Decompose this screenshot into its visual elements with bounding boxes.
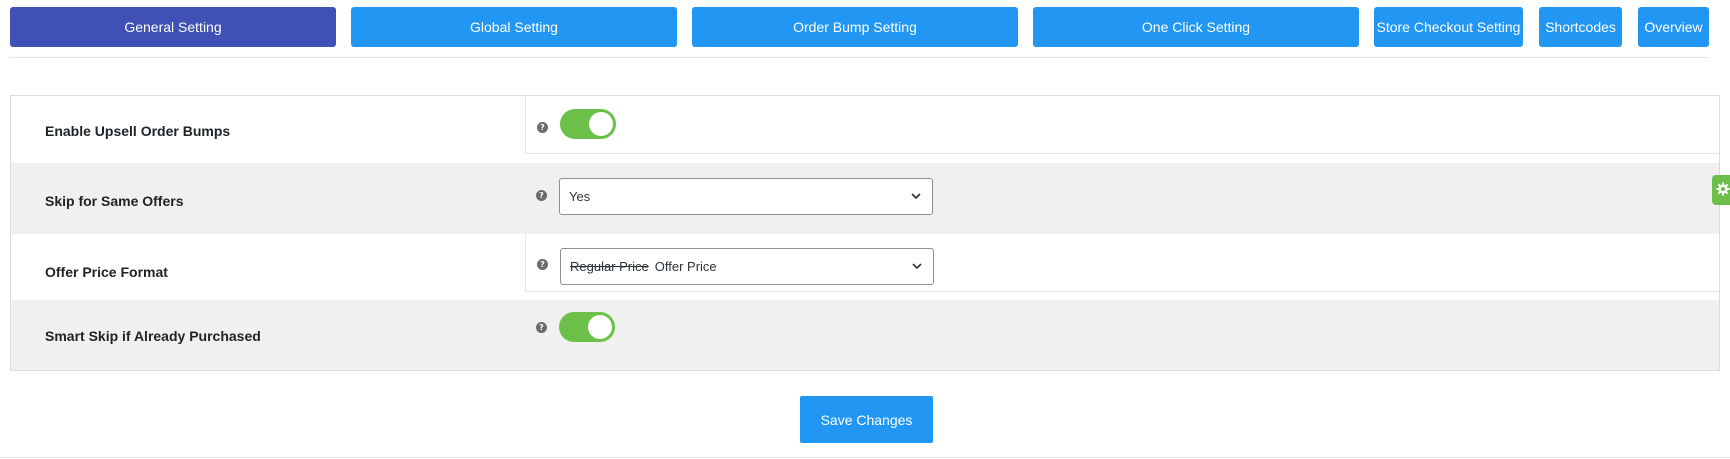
tab-global-setting[interactable]: Global Setting <box>351 7 677 47</box>
save-changes-button[interactable]: Save Changes <box>800 396 933 443</box>
tab-overview[interactable]: Overview <box>1638 7 1709 47</box>
smart-skip-toggle[interactable] <box>559 312 615 342</box>
help-icon[interactable]: ? <box>537 122 548 133</box>
gear-icon <box>1716 182 1730 196</box>
help-icon[interactable]: ? <box>537 259 548 270</box>
setting-row-enable-upsell: Enable Upsell Order Bumps ? <box>11 96 1719 163</box>
tab-order-bump-setting[interactable]: Order Bump Setting <box>692 7 1018 47</box>
settings-table: Enable Upsell Order Bumps ? Skip for Sam… <box>10 95 1720 371</box>
help-icon[interactable]: ? <box>536 322 547 333</box>
toggle-knob <box>588 315 612 339</box>
setting-label: Offer Price Format <box>45 264 168 280</box>
setting-row-offer-price-format: Offer Price Format ? Regular Price Offer… <box>11 234 1719 300</box>
offer-price-text: Offer Price <box>654 259 717 274</box>
setting-row-skip-same-offers: Skip for Same Offers ? Yes <box>11 163 1719 234</box>
setting-value-cell: ? Regular Price Offer Price <box>525 234 1719 292</box>
tab-store-checkout-setting[interactable]: Store Checkout Setting <box>1374 7 1523 47</box>
tab-one-click-setting[interactable]: One Click Setting <box>1033 7 1359 47</box>
offer-price-format-select[interactable]: Regular Price Offer Price <box>560 248 934 285</box>
setting-row-smart-skip: Smart Skip if Already Purchased ? <box>11 300 1719 370</box>
regular-price-text: Regular Price <box>570 259 649 274</box>
help-icon[interactable]: ? <box>536 190 547 201</box>
setting-label: Skip for Same Offers <box>45 193 184 209</box>
chevron-down-icon <box>912 263 922 270</box>
settings-side-tab[interactable] <box>1712 175 1730 205</box>
setting-label: Smart Skip if Already Purchased <box>45 328 261 344</box>
tab-general-setting[interactable]: General Setting <box>10 7 336 47</box>
toggle-knob <box>589 112 613 136</box>
setting-value-cell: ? <box>525 96 1719 154</box>
footer-divider <box>0 457 1730 458</box>
tab-shortcodes[interactable]: Shortcodes <box>1539 7 1622 47</box>
skip-same-offers-select[interactable]: Yes <box>559 178 933 215</box>
chevron-down-icon <box>911 193 921 200</box>
select-value: Yes <box>569 189 591 204</box>
setting-label: Enable Upsell Order Bumps <box>45 123 231 139</box>
tab-divider <box>10 57 1708 58</box>
enable-upsell-toggle[interactable] <box>560 109 616 139</box>
